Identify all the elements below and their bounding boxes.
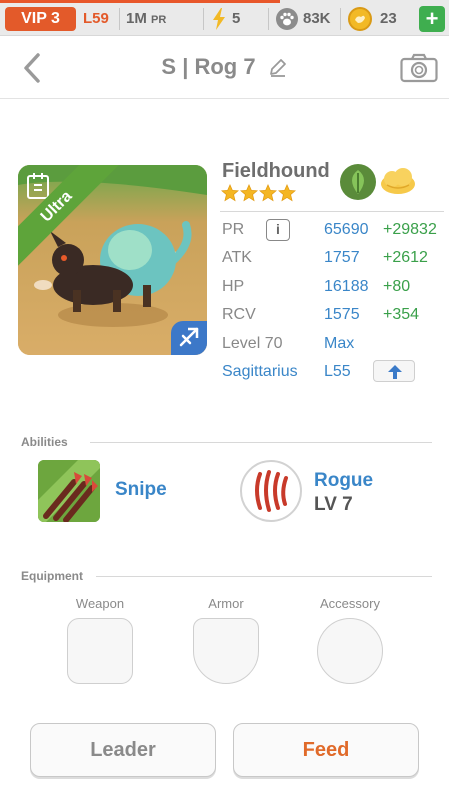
stat-label: PR bbox=[222, 221, 245, 238]
paw-icon bbox=[276, 8, 298, 30]
constellation-level: L55 bbox=[324, 363, 351, 380]
pencil-icon[interactable] bbox=[268, 57, 288, 77]
sagittarius-arrow-icon bbox=[179, 327, 199, 347]
level-value: Max bbox=[324, 335, 355, 352]
status-divider bbox=[340, 8, 341, 30]
stat-value: 65690 bbox=[324, 221, 369, 238]
abilities-section-label: Abilities bbox=[21, 435, 68, 449]
stat-row-rcv: RCV 1575 +354 bbox=[222, 302, 444, 328]
power-rating-unit: PR bbox=[151, 14, 167, 26]
status-divider bbox=[268, 8, 269, 30]
stat-row-constellation: Sagittarius L55 bbox=[222, 359, 444, 385]
stat-bonus: +29832 bbox=[383, 221, 437, 238]
stat-bonus: +354 bbox=[383, 306, 420, 323]
element-badge bbox=[171, 321, 207, 355]
journal-icon[interactable] bbox=[26, 173, 50, 199]
divider bbox=[96, 576, 432, 577]
status-divider bbox=[203, 8, 204, 30]
star-icon bbox=[278, 184, 296, 202]
ability-name[interactable]: Snipe bbox=[115, 479, 167, 501]
equipment-section-label: Equipment bbox=[21, 569, 83, 583]
arrow-up-icon bbox=[388, 365, 402, 379]
pet-portrait[interactable]: Ultra bbox=[18, 165, 207, 355]
divider bbox=[220, 211, 444, 212]
add-currency-button[interactable]: + bbox=[419, 6, 445, 32]
leaf-icon bbox=[340, 164, 376, 200]
cloud-icon bbox=[381, 168, 415, 194]
leader-button[interactable]: Leader bbox=[30, 723, 216, 777]
stat-label: RCV bbox=[222, 306, 256, 323]
accessory-slot[interactable] bbox=[317, 618, 383, 684]
armor-slot[interactable] bbox=[193, 618, 259, 684]
coin-icon bbox=[348, 7, 372, 31]
stat-label: ATK bbox=[222, 249, 252, 266]
stat-value: 16188 bbox=[324, 278, 369, 295]
armor-slot-label: Armor bbox=[208, 596, 244, 611]
status-bar: VIP 3 L59 1M PR 5 83K 23 + bbox=[0, 0, 449, 36]
divider bbox=[90, 442, 432, 443]
camera-icon[interactable] bbox=[400, 53, 438, 83]
stat-bonus: +2612 bbox=[383, 249, 428, 266]
level-label: Level 70 bbox=[222, 335, 283, 352]
snipe-ability-icon[interactable] bbox=[38, 460, 100, 522]
page-title: S | Rog 7 bbox=[161, 54, 256, 79]
weapon-slot-label: Weapon bbox=[75, 596, 125, 611]
star-rating bbox=[221, 184, 296, 202]
stat-value: 1757 bbox=[324, 249, 360, 266]
arrow-volley-icon bbox=[38, 460, 100, 522]
paw-count[interactable]: 83K bbox=[303, 9, 331, 29]
class-name[interactable]: Rogue bbox=[314, 470, 373, 492]
constellation-link[interactable]: Sagittarius bbox=[222, 359, 298, 385]
status-divider bbox=[119, 8, 120, 30]
feed-button[interactable]: Feed bbox=[233, 723, 419, 777]
lightning-icon bbox=[213, 8, 225, 30]
accessory-slot-label: Accessory bbox=[320, 596, 380, 611]
coin-count[interactable]: 23 bbox=[380, 9, 397, 29]
stat-label: HP bbox=[222, 278, 245, 295]
stat-row-level: Level 70 Max bbox=[222, 331, 444, 357]
star-icon bbox=[221, 184, 239, 202]
vip-badge[interactable]: VIP 3 bbox=[5, 7, 76, 31]
page-title-row: S | Rog 7 bbox=[0, 54, 449, 80]
upgrade-constellation-button[interactable] bbox=[373, 360, 415, 382]
stat-row-atk: ATK 1757 +2612 bbox=[222, 245, 444, 271]
player-level: L59 bbox=[83, 10, 109, 27]
energy-progress-line bbox=[0, 0, 280, 3]
pet-name: Fieldhound bbox=[222, 160, 330, 182]
power-rating: 1M PR bbox=[126, 9, 166, 30]
claw-marks-icon bbox=[255, 470, 288, 512]
stat-row-pr: PR i 65690 +29832 bbox=[222, 217, 444, 243]
stat-bonus: +80 bbox=[383, 278, 411, 295]
star-icon bbox=[259, 184, 277, 202]
rogue-class-icon[interactable] bbox=[240, 460, 302, 522]
star-icon bbox=[240, 184, 258, 202]
page-header: S | Rog 7 bbox=[0, 37, 449, 99]
weapon-slot[interactable] bbox=[67, 618, 133, 684]
info-button[interactable]: i bbox=[266, 219, 290, 241]
stat-value: 1575 bbox=[324, 306, 360, 323]
energy-count[interactable]: 5 bbox=[232, 9, 240, 29]
class-level: LV 7 bbox=[314, 494, 353, 515]
stat-row-hp: HP 16188 +80 bbox=[222, 274, 444, 300]
power-rating-value: 1M bbox=[126, 10, 147, 27]
